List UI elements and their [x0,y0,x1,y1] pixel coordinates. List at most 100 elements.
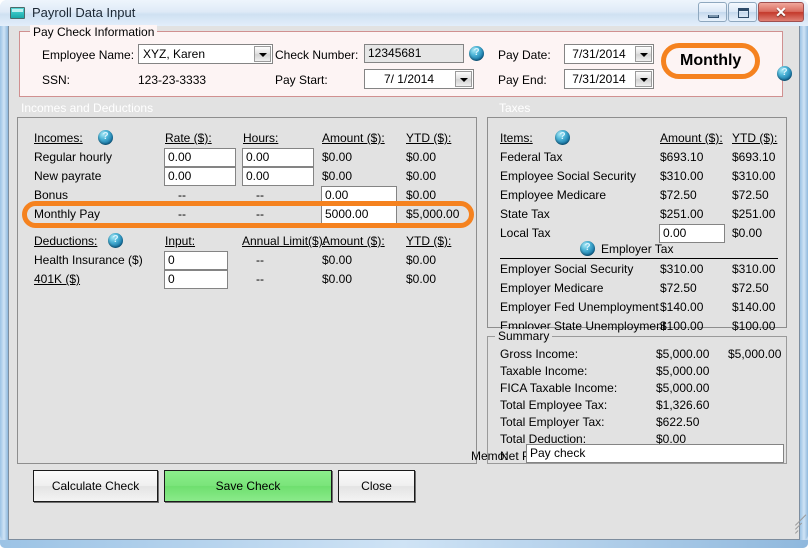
deduction-input-value: 0 [168,253,175,267]
section-header-bar: Incomes and Deductions Taxes [19,100,807,117]
tax-ytd-value: $0.00 [732,226,762,240]
app-icon [10,7,25,19]
summary-caption: Summary [495,329,552,343]
tax-ytd-value: $310.00 [732,169,775,183]
pay-date-label: Pay Date: [498,48,551,62]
client-area: Pay Check Information Employee Name: XYZ… [8,26,800,540]
memo-value: Pay check [530,446,585,460]
paycheck-information-group: Pay Check Information Employee Name: XYZ… [19,31,783,97]
summary-row-amount: $5,000.00 [656,364,709,378]
employee-name-value: XYZ, Karen [143,47,205,61]
pay-end-date-picker[interactable]: 7/31/2014 [564,69,654,89]
deduction-amount-value: $0.00 [322,253,352,267]
paycheck-group-caption: Pay Check Information [30,25,157,39]
chevron-down-icon[interactable] [635,71,652,87]
employee-name-label: Employee Name: [42,48,134,62]
maximize-button[interactable] [728,2,757,22]
income-hours-input[interactable]: 0.00 [242,148,314,167]
memo-label: Memo: [471,449,508,463]
employee-name-select[interactable]: XYZ, Karen [138,44,273,64]
frequency-help-icon[interactable] [777,66,792,81]
employer-tax-amount-value: $310.00 [660,262,703,276]
tax-row-name: Employee Social Security [500,169,636,183]
summary-row-label: FICA Taxable Income: [500,381,617,395]
summary-row-label: Total Employer Tax: [500,415,605,429]
pay-date-value: 7/31/2014 [565,47,633,61]
summary-row-label: Total Employee Tax: [500,398,607,412]
deduction-input[interactable]: 0 [164,251,228,270]
deduction-input[interactable]: 0 [164,270,228,289]
taxes-col-amount: Amount ($): [660,131,723,145]
deductions-col-limit: Annual Limit($): [242,234,326,248]
chevron-down-icon[interactable] [455,71,472,87]
employer-tax-help-icon[interactable] [580,241,595,256]
pay-start-date-picker[interactable]: 7/ 1/2014 [364,69,474,89]
memo-input[interactable]: Pay check [526,444,784,463]
ssn-value: 123-23-3333 [138,73,206,87]
deduction-limit-value: -- [256,272,264,286]
close-button-footer[interactable]: Close [338,470,415,502]
deductions-col-amount: Amount ($): [322,234,385,248]
deduction-ytd-value: $0.00 [406,253,436,267]
tab-taxes[interactable]: Taxes [499,101,530,115]
check-number-value: 12345681 [368,46,421,60]
incomes-header: Incomes: [34,131,83,145]
summary-row-label: Taxable Income: [500,364,587,378]
income-row-name: Monthly Pay [34,207,100,221]
check-number-input[interactable]: 12345681 [364,44,464,63]
income-amount-input[interactable]: 0.00 [321,186,397,205]
tax-row-name: Employee Medicare [500,188,606,202]
pay-frequency-badge: Monthly [661,43,760,79]
tax-row-name: Federal Tax [500,150,562,164]
chevron-down-icon[interactable] [254,46,271,62]
chevron-down-icon[interactable] [635,46,652,62]
income-rate-input[interactable]: 0.00 [164,148,236,167]
resize-grip[interactable] [784,524,796,536]
employer-tax-amount-value: $100.00 [660,319,703,333]
close-button[interactable]: ✕ [758,2,804,22]
calculate-check-button[interactable]: Calculate Check [33,470,158,502]
income-hours-input[interactable]: 0.00 [242,167,314,186]
check-number-help-icon[interactable] [469,46,484,61]
incomes-deductions-panel: Incomes: Rate ($): Hours: Amount ($): YT… [17,117,477,464]
income-ytd-value: $0.00 [406,150,436,164]
employer-tax-ytd-value: $100.00 [732,319,775,333]
pay-end-value: 7/31/2014 [565,72,633,86]
employer-tax-row-name: Employer Medicare [500,281,603,295]
income-hours-value: -- [256,207,264,221]
income-rate-input[interactable]: 0.00 [164,167,236,186]
deduction-input-value: 0 [168,272,175,286]
incomes-help-icon[interactable] [98,130,113,145]
deductions-help-icon[interactable] [108,233,123,248]
tax-ytd-value: $251.00 [732,207,775,221]
tab-incomes-deductions[interactable]: Incomes and Deductions [21,101,153,115]
tax-amount-value: $310.00 [660,169,703,183]
employer-tax-ytd-value: $140.00 [732,300,775,314]
deductions-header: Deductions: [34,234,97,248]
title-bar: Payroll Data Input ✕ [0,0,808,26]
income-amount-input[interactable]: 5000.00 [321,205,397,224]
pay-start-value: 7/ 1/2014 [365,72,453,86]
save-check-button[interactable]: Save Check [164,470,332,502]
summary-row-label: Gross Income: [500,347,578,361]
income-ytd-value: $5,000.00 [406,207,459,221]
income-row-name: New payrate [34,169,101,183]
tax-amount-value: $693.10 [660,150,703,164]
taxes-help-icon[interactable] [555,130,570,145]
deductions-col-input: Input: [165,234,195,248]
local-tax-input[interactable]: 0.00 [659,224,725,243]
incomes-col-rate: Rate ($): [165,131,212,145]
employer-tax-row-name: Employer Social Security [500,262,633,276]
close-icon: ✕ [759,3,803,21]
tax-row-name: State Tax [500,207,550,221]
tax-ytd-value: $72.50 [732,188,769,202]
employer-tax-ytd-value: $310.00 [732,262,775,276]
pay-date-picker[interactable]: 7/31/2014 [564,44,654,64]
employer-tax-amount-value: $72.50 [660,281,697,295]
deduction-row-name[interactable]: 401K ($) [34,272,80,286]
summary-row-amount: $622.50 [656,415,699,429]
incomes-col-amount: Amount ($): [322,131,385,145]
minimize-icon [708,15,719,18]
minimize-button[interactable] [698,2,727,22]
tax-amount-value: $251.00 [660,207,703,221]
